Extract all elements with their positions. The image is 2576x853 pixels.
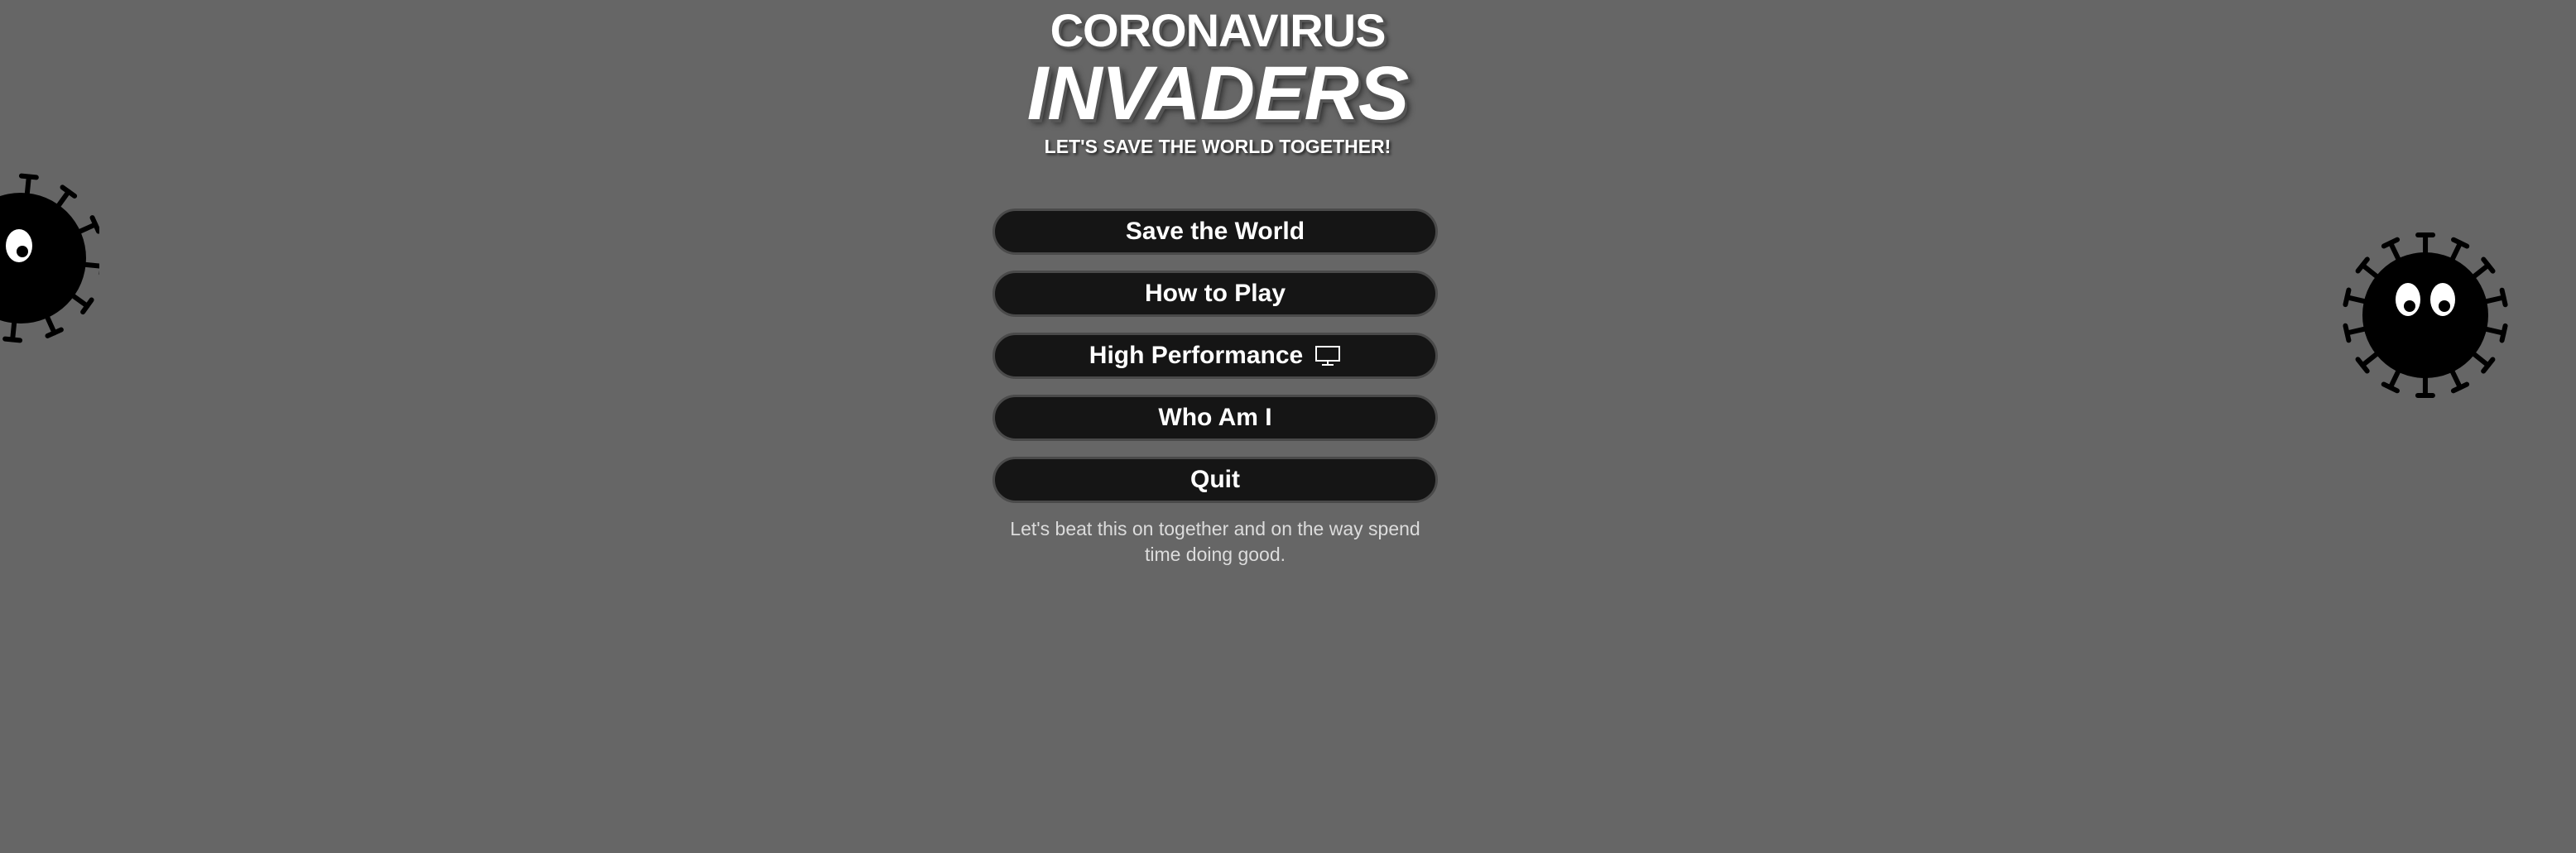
virus-enemy-right (2343, 232, 2508, 399)
quit-button[interactable]: Quit (992, 457, 1438, 503)
button-label: Quit (1190, 466, 1240, 493)
title-line-invaders: INVADERS (1026, 51, 1410, 136)
virus-eye (6, 229, 32, 262)
tagline: LET'S SAVE THE WORLD TOGETHER! (1044, 136, 1391, 157)
button-label: Save the World (1125, 218, 1305, 245)
high-performance-button[interactable]: High Performance (992, 333, 1438, 379)
how-to-play-button[interactable]: How to Play (992, 271, 1438, 317)
virus-eye (2430, 283, 2455, 316)
main-menu: Save the World How to Play High Performa… (992, 208, 1438, 519)
virus-eye (2396, 283, 2420, 316)
save-the-world-button[interactable]: Save the World (992, 208, 1438, 255)
virus-enemy-left (0, 173, 99, 343)
monitor-icon (1315, 346, 1341, 366)
who-am-i-button[interactable]: Who Am I (992, 395, 1438, 441)
game-screen: CORONAVIRUS INVADERS LET'S SAVE THE WORL… (0, 0, 2576, 853)
button-label: High Performance (1089, 342, 1304, 369)
button-label: Who Am I (1158, 404, 1272, 431)
button-label: How to Play (1144, 280, 1286, 307)
footer-message: Let's beat this on together and on the w… (1010, 518, 1420, 565)
